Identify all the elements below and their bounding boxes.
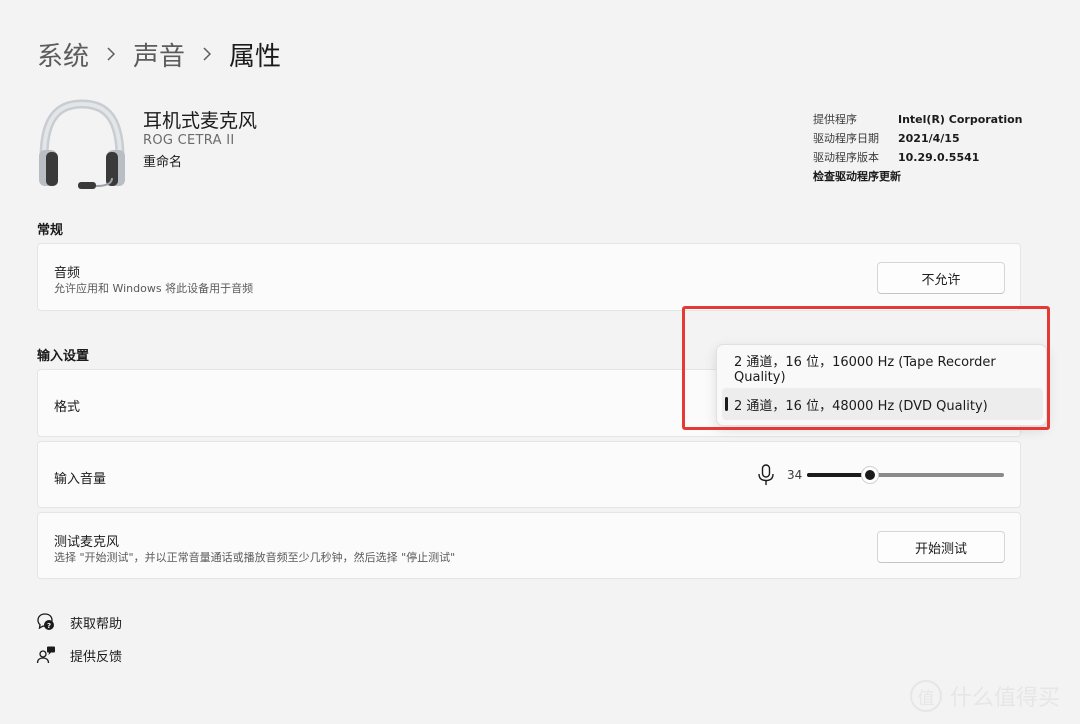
rename-link[interactable]: 重命名: [143, 151, 182, 170]
audio-description: 允许应用和 Windows 将此设备用于音频: [54, 282, 254, 295]
driver-date-label: 驱动程序日期: [813, 132, 879, 145]
device-model: ROG CETRA II: [143, 133, 235, 148]
driver-version-label: 驱动程序版本: [813, 151, 879, 164]
start-test-button[interactable]: 开始测试: [877, 531, 1005, 563]
svg-text:?: ?: [47, 622, 51, 630]
give-feedback-link[interactable]: 提供反馈: [36, 645, 122, 665]
watermark-symbol: 值: [910, 680, 942, 712]
breadcrumb-sound[interactable]: 声音: [133, 36, 185, 73]
breadcrumb-system[interactable]: 系统: [37, 36, 89, 73]
feedback-icon: [36, 646, 55, 664]
microphone-icon[interactable]: [757, 464, 775, 486]
get-help-label: 获取帮助: [70, 616, 123, 632]
format-title: 格式: [54, 400, 81, 415]
help-chat-icon: ?: [37, 613, 54, 630]
chevron-right-icon: [107, 47, 116, 61]
headset-icon: [36, 98, 128, 192]
chevron-right-icon: [203, 47, 212, 61]
disallow-button[interactable]: 不允许: [877, 262, 1005, 294]
provider-label: 提供程序: [813, 113, 857, 126]
device-title: 耳机式麦克风: [143, 110, 258, 132]
check-driver-update-link[interactable]: 检查驱动程序更新: [813, 167, 901, 186]
general-section-label: 常规: [37, 223, 64, 238]
give-feedback-label: 提供反馈: [70, 649, 123, 665]
input-volume-title: 输入音量: [54, 472, 107, 487]
test-mic-title: 测试麦克风: [54, 535, 120, 550]
driver-info: 提供程序 Intel(R) Corporation 驱动程序日期 2021/4/…: [813, 110, 1023, 186]
input-volume-value: 34: [787, 468, 803, 482]
breadcrumb: 系统 声音 属性: [37, 34, 281, 74]
volume-slider-thumb[interactable]: [861, 466, 879, 484]
audio-title: 音频: [54, 266, 81, 281]
get-help-link[interactable]: ? 获取帮助: [36, 612, 122, 632]
provider-value: Intel(R) Corporation: [898, 113, 1023, 126]
input-settings-section-label: 输入设置: [37, 349, 90, 364]
test-mic-card: 测试麦克风 选择 "开始测试"，并以正常音量通话或播放音频至少几秒钟，然后选择 …: [37, 512, 1021, 579]
page-title: 属性: [229, 41, 282, 72]
driver-date-value: 2021/4/15: [898, 132, 960, 145]
watermark-logo: 值 什么值得买: [910, 680, 1060, 712]
test-mic-description: 选择 "开始测试"，并以正常音量通话或播放音频至少几秒钟，然后选择 "停止测试": [54, 551, 456, 564]
driver-version-value: 10.29.0.5541: [898, 151, 980, 164]
audio-card: 音频 允许应用和 Windows 将此设备用于音频 不允许: [37, 243, 1021, 311]
annotation-highlight-box: [682, 306, 1050, 430]
watermark-text: 什么值得买: [950, 686, 1061, 711]
